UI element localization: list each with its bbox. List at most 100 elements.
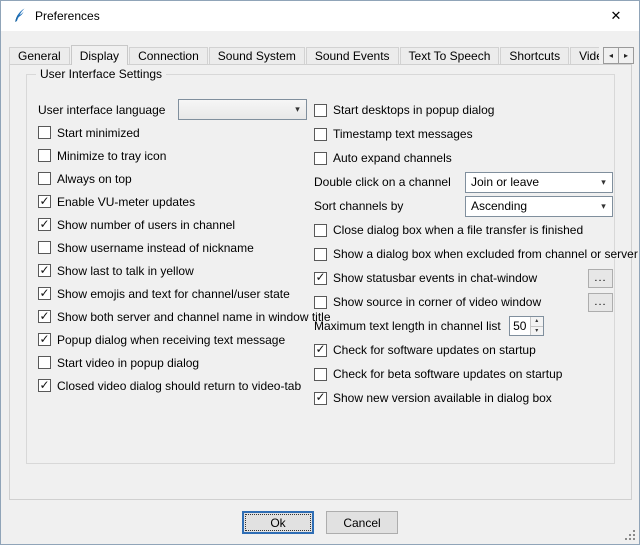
checkbox-label[interactable]: Close dialog box when a file transfer is…	[333, 223, 583, 237]
checkbox-row: ✓ Start desktops in popup dialog	[314, 98, 613, 122]
checkbox[interactable]: ✓	[314, 104, 327, 117]
language-label: User interface language	[38, 103, 178, 117]
checkbox-label[interactable]: Closed video dialog should return to vid…	[57, 379, 301, 393]
tab-bar: General Display Connection Sound System …	[9, 44, 599, 65]
checkbox-label[interactable]: Timestamp text messages	[333, 127, 473, 141]
tab-video[interactable]: Video	[570, 47, 599, 65]
checkbox[interactable]: ✓	[314, 224, 327, 237]
tab-scroll-left-icon[interactable]: ◂	[603, 47, 619, 64]
video-source-browse-button[interactable]: ...	[588, 293, 613, 312]
tab-scroller: ◂ ▸	[603, 47, 634, 64]
checkbox[interactable]: ✓	[38, 379, 51, 392]
dialog-buttons: Ok Cancel	[1, 511, 639, 534]
sort-channels-value: Ascending	[471, 199, 595, 213]
checkbox-label[interactable]: Show number of users in channel	[57, 218, 235, 232]
checkbox-row: ✓ Show username instead of nickname	[38, 236, 308, 259]
checkbox-label[interactable]: Show emojis and text for channel/user st…	[57, 287, 290, 301]
language-row: User interface language ▾	[38, 98, 308, 121]
checkbox-label[interactable]: Enable VU-meter updates	[57, 195, 195, 209]
language-select[interactable]: ▾	[178, 99, 307, 120]
stepper-down-icon[interactable]: ▾	[531, 326, 543, 336]
checkbox[interactable]: ✓	[314, 344, 327, 357]
checkbox-row: ✓ Check for software updates on startup	[314, 338, 613, 362]
window-title: Preferences	[35, 9, 100, 23]
checkbox[interactable]: ✓	[38, 310, 51, 323]
checkbox[interactable]: ✓	[38, 264, 51, 277]
stepper-up-icon[interactable]: ▴	[531, 317, 543, 326]
checkbox-label[interactable]: Start minimized	[57, 126, 140, 140]
checkbox-label[interactable]: Minimize to tray icon	[57, 149, 166, 163]
double-click-value: Join or leave	[471, 175, 595, 189]
sort-channels-row: Sort channels by Ascending ▾	[314, 194, 613, 218]
tab-shortcuts[interactable]: Shortcuts	[500, 47, 569, 65]
checkbox-label[interactable]: Show source in corner of video window	[333, 295, 541, 309]
tab-text-to-speech[interactable]: Text To Speech	[400, 47, 500, 65]
checkbox-label[interactable]: Show both server and channel name in win…	[57, 310, 331, 324]
double-click-select[interactable]: Join or leave ▾	[465, 172, 613, 193]
checkbox-row: ✓ Timestamp text messages	[314, 122, 613, 146]
check-icon: ✓	[39, 218, 49, 230]
checkbox-label[interactable]: Start video in popup dialog	[57, 356, 199, 370]
checkbox-row: ✓ Show source in corner of video window …	[314, 290, 613, 314]
checkbox-label[interactable]: Always on top	[57, 172, 132, 186]
checkbox-label[interactable]: Auto expand channels	[333, 151, 452, 165]
checkbox[interactable]: ✓	[38, 333, 51, 346]
max-text-length-stepper[interactable]: 50 ▴ ▾	[509, 316, 544, 336]
checkbox[interactable]: ✓	[38, 218, 51, 231]
left-column: User interface language ▾ ✓ Start minimi…	[38, 98, 308, 397]
checkbox[interactable]: ✓	[314, 272, 327, 285]
tab-connection[interactable]: Connection	[129, 47, 208, 65]
double-click-row: Double click on a channel Join or leave …	[314, 170, 613, 194]
checkbox[interactable]: ✓	[314, 368, 327, 381]
display-tab-panel: User Interface Settings User interface l…	[9, 64, 632, 500]
checkbox-label[interactable]: Start desktops in popup dialog	[333, 103, 494, 117]
statusbar-events-browse-button[interactable]: ...	[588, 269, 613, 288]
checkbox[interactable]: ✓	[38, 172, 51, 185]
checkbox[interactable]: ✓	[38, 356, 51, 369]
tab-sound-system[interactable]: Sound System	[209, 47, 305, 65]
checkbox-label[interactable]: Check for software updates on startup	[333, 343, 536, 357]
checkbox[interactable]: ✓	[314, 152, 327, 165]
ok-button[interactable]: Ok	[242, 511, 314, 534]
checkbox[interactable]: ✓	[38, 287, 51, 300]
cancel-button[interactable]: Cancel	[326, 511, 398, 534]
checkbox-row: ✓ Auto expand channels	[314, 146, 613, 170]
checkbox[interactable]: ✓	[314, 128, 327, 141]
checkbox-label[interactable]: Popup dialog when receiving text message	[57, 333, 285, 347]
right-column: ✓ Start desktops in popup dialog ✓ Times…	[314, 98, 613, 410]
resize-grip[interactable]	[623, 528, 636, 541]
check-icon: ✓	[39, 287, 49, 299]
checkbox[interactable]: ✓	[314, 296, 327, 309]
checkbox-label[interactable]: Show username instead of nickname	[57, 241, 254, 255]
checkbox[interactable]: ✓	[38, 241, 51, 254]
check-icon: ✓	[315, 343, 325, 355]
close-button[interactable]: ✕	[593, 1, 639, 31]
checkbox-label[interactable]: Show last to talk in yellow	[57, 264, 194, 278]
chevron-down-icon: ▾	[595, 177, 612, 188]
checkbox-row: ✓ Show both server and channel name in w…	[38, 305, 308, 328]
checkbox-label[interactable]: Show a dialog box when excluded from cha…	[333, 247, 638, 261]
checkbox[interactable]: ✓	[314, 248, 327, 261]
checkbox[interactable]: ✓	[314, 392, 327, 405]
tab-display[interactable]: Display	[71, 45, 128, 65]
tab-sound-events[interactable]: Sound Events	[306, 47, 399, 65]
check-icon: ✓	[39, 379, 49, 391]
tab-general[interactable]: General	[9, 47, 70, 65]
checkbox-row: ✓ Start minimized	[38, 121, 308, 144]
tab-scroll-right-icon[interactable]: ▸	[618, 47, 634, 64]
max-text-length-row: Maximum text length in channel list 50 ▴…	[314, 314, 613, 338]
checkbox-label[interactable]: Show new version available in dialog box	[333, 391, 552, 405]
checkbox[interactable]: ✓	[38, 126, 51, 139]
double-click-label: Double click on a channel	[314, 175, 451, 189]
checkbox-label[interactable]: Check for beta software updates on start…	[333, 367, 562, 381]
checkbox[interactable]: ✓	[38, 149, 51, 162]
checkbox-row: ✓ Show statusbar events in chat-window .…	[314, 266, 613, 290]
checkbox-label[interactable]: Show statusbar events in chat-window	[333, 271, 537, 285]
group-title: User Interface Settings	[36, 67, 166, 81]
checkbox[interactable]: ✓	[38, 195, 51, 208]
preferences-dialog: Preferences ✕ General Display Connection…	[0, 0, 640, 545]
checkbox-row: ✓ Show new version available in dialog b…	[314, 386, 613, 410]
checkbox-row: ✓ Close dialog box when a file transfer …	[314, 218, 613, 242]
sort-channels-select[interactable]: Ascending ▾	[465, 196, 613, 217]
sort-channels-label: Sort channels by	[314, 199, 403, 213]
